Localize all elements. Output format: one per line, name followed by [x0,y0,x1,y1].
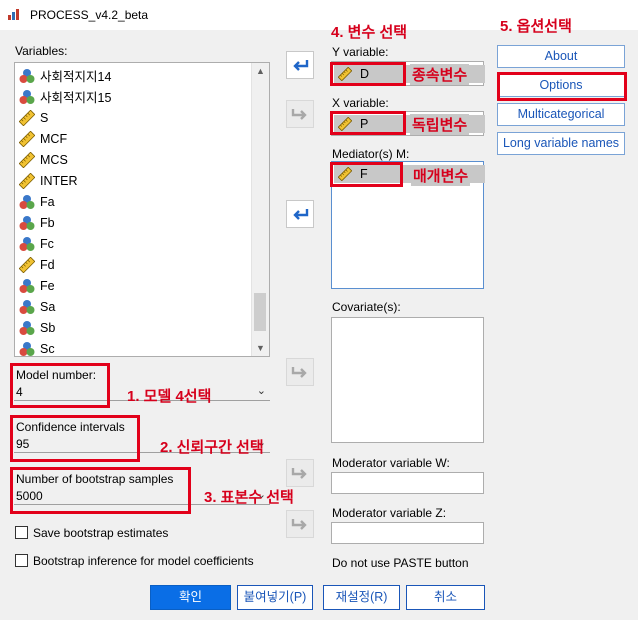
nominal-balls-icon [19,89,40,105]
annotation-bootstrap: 3. 표본수 선택 [204,489,294,506]
annotation-box-model [10,363,110,408]
list-item[interactable]: Fd [19,254,55,275]
ruler-scale-icon [19,109,40,126]
bootstrap-inference-label: Bootstrap inference for model coefficien… [33,554,254,568]
annotation-confidence: 2. 신뢰구간 선택 [160,439,264,456]
annotation-box-mediator [330,162,403,187]
scroll-up-arrow-icon[interactable]: ▲ [252,63,269,79]
move-to-y-button[interactable] [286,51,314,79]
list-item-label: MCS [40,152,68,167]
list-item[interactable]: INTER [19,170,78,191]
annotation-box-confidence [10,415,140,462]
x-variable-label: X variable: [332,96,389,110]
move-to-covariate-button[interactable] [286,358,314,386]
list-item-label: 사회적지지15 [40,91,112,105]
arrow-right-icon [291,468,307,479]
annotation-options: 5. 옵션선택 [500,18,572,35]
paste-note: Do not use PASTE button [332,556,469,570]
list-item-label: Sa [40,299,56,314]
ruler-scale-icon [19,256,40,273]
list-item-label: S [40,110,49,125]
list-item[interactable]: Sa [19,296,55,317]
moderator-w-label: Moderator variable W: [332,456,450,470]
move-to-moderator-z-button[interactable] [286,510,314,538]
variables-label: Variables: [15,44,68,58]
list-item[interactable]: MCS [19,149,68,170]
annotation-box-options [497,72,627,101]
list-item-label: Fa [40,194,55,209]
list-item-label: Fe [40,278,55,293]
annotation-mediator: 매개변수 [411,165,471,186]
ruler-scale-icon [19,172,40,189]
scroll-thumb[interactable] [254,293,266,331]
nominal-balls-icon [19,299,40,315]
annotation-box-y [330,62,406,86]
list-item-label: MCF [40,131,68,146]
move-to-x-button[interactable] [286,100,314,128]
variables-list[interactable]: Sc Sb Sa Fe Fd Fc Fb Fa INTER MCS MCF S 사회적지지15 사회적지지… [14,62,270,357]
long-variable-names-button[interactable]: Long variable names [497,132,625,155]
list-item[interactable]: Sb [19,317,55,338]
arrow-left-icon [293,209,309,220]
reset-button[interactable]: 재설정(R) [323,585,400,610]
list-item[interactable]: Fa [19,191,55,212]
list-item[interactable]: Fb [19,212,55,233]
covariate-label: Covariate(s): [332,300,401,314]
covariate-list[interactable] [331,317,484,443]
annotation-box-x [330,111,406,135]
list-item[interactable]: Fe [19,275,55,296]
arrow-left-icon [293,60,309,71]
annotation-independent: 독립변수 [410,114,470,135]
paste-button[interactable]: 붙여넣기(P) [237,585,313,610]
list-item-label: INTER [40,173,78,188]
list-item[interactable]: Fc [19,233,54,254]
move-to-moderator-w-button[interactable] [286,459,314,487]
ruler-scale-icon [19,151,40,168]
moderator-z-field[interactable] [331,522,484,544]
list-item[interactable]: S [19,107,48,128]
variables-scrollbar[interactable]: ▲ ▼ [251,63,269,356]
cancel-button[interactable]: 취소 [406,585,485,610]
list-item-label: 사회적지지14 [40,70,112,84]
multicategorical-button[interactable]: Multicategorical [497,103,625,126]
nominal-balls-icon [19,320,40,336]
mediator-label: Mediator(s) M: [332,147,410,161]
nominal-balls-icon [19,278,40,294]
list-item[interactable]: Sc [19,338,55,357]
list-item[interactable]: 사회적지지15 [19,86,111,107]
nominal-balls-icon [19,236,40,252]
arrow-right-icon [291,109,307,120]
arrow-right-icon [291,367,307,378]
scroll-down-arrow-icon[interactable]: ▼ [252,340,269,356]
list-item-label: Sb [40,320,56,335]
list-item-label: Fd [40,257,55,272]
spss-app-icon [7,7,21,21]
move-to-mediator-button[interactable] [286,200,314,228]
annotation-variables: 4. 변수 선택 [331,24,408,41]
nominal-balls-icon [19,341,40,357]
list-item[interactable]: 사회적지지14 [19,65,111,86]
arrow-right-icon [291,519,307,530]
annotation-model: 1. 모델 4선택 [127,388,212,405]
annotation-dependent: 종속변수 [410,64,470,85]
save-bootstrap-checkbox[interactable] [15,526,28,539]
about-button[interactable]: About [497,45,625,68]
window-title: PROCESS_v4.2_beta [30,8,149,22]
save-bootstrap-label: Save bootstrap estimates [33,526,169,540]
bootstrap-inference-checkbox[interactable] [15,554,28,567]
nominal-balls-icon [19,215,40,231]
annotation-box-bootstrap [10,467,191,514]
ok-button[interactable]: 확인 [150,585,231,610]
list-item-label: Sc [40,341,55,356]
nominal-balls-icon [19,194,40,210]
y-variable-label: Y variable: [332,45,389,59]
moderator-z-label: Moderator variable Z: [332,506,447,520]
list-item[interactable]: MCF [19,128,67,149]
list-item-label: Fc [40,236,54,251]
ruler-scale-icon [19,130,40,147]
list-item-label: Fb [40,215,55,230]
chevron-down-icon[interactable]: ⌄ [257,384,266,397]
nominal-balls-icon [19,68,40,84]
moderator-w-field[interactable] [331,472,484,494]
